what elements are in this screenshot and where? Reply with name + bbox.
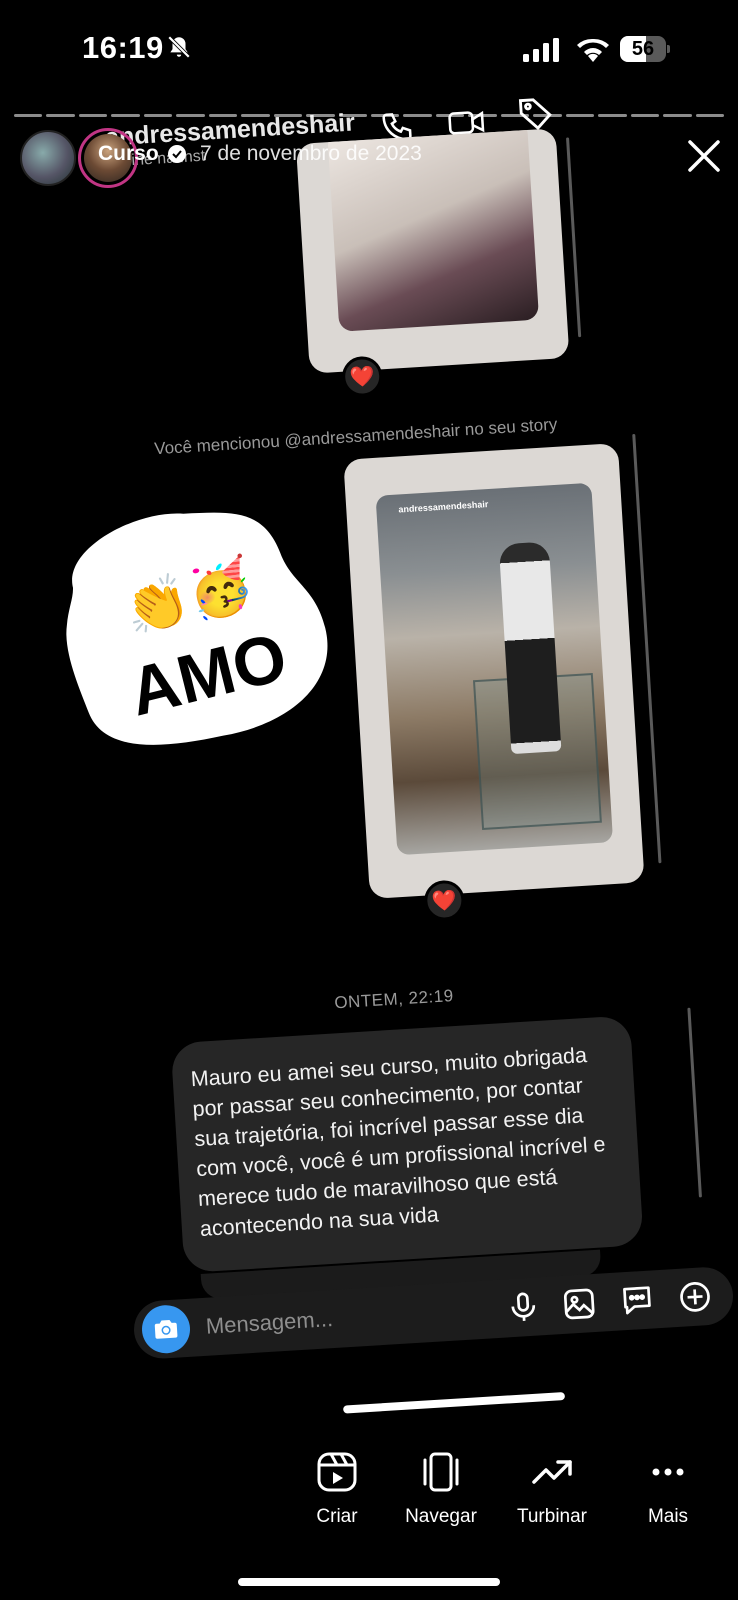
progress-segment	[338, 114, 367, 117]
progress-segment	[143, 114, 173, 117]
story-image: andressamendeshair	[375, 482, 614, 856]
verified-badge-icon	[168, 145, 186, 163]
toolbar-label: Criar	[316, 1506, 358, 1527]
toolbar-label: Mais	[647, 1506, 689, 1527]
reels-icon	[317, 1452, 357, 1492]
progress-segment	[468, 114, 497, 117]
bell-muted-icon	[167, 35, 191, 59]
camera-button[interactable]	[140, 1303, 192, 1355]
progress-segment	[208, 114, 238, 117]
story-handle: andressamendeshair	[398, 499, 489, 515]
plus-circle-icon[interactable]	[676, 1278, 714, 1316]
progress-segment	[435, 114, 465, 117]
signal-icon	[523, 38, 559, 62]
toolbar-item-criar[interactable]: Criar	[282, 1450, 392, 1528]
progress-segment	[565, 114, 595, 117]
wifi-icon	[577, 38, 609, 62]
close-icon[interactable]	[684, 136, 724, 176]
progress-segment	[630, 114, 660, 117]
progress-segment	[598, 114, 627, 117]
sticker-message-icon[interactable]	[618, 1281, 656, 1319]
scroll-indicator	[687, 1007, 702, 1198]
story-header: Curso 7 de novembro de 2023	[0, 124, 738, 194]
story-progress-bar	[14, 114, 724, 117]
progress-segment	[533, 114, 562, 117]
battery-tip	[667, 45, 670, 53]
browse-icon	[423, 1452, 459, 1492]
trend-up-icon	[532, 1460, 572, 1484]
gallery-icon[interactable]	[560, 1285, 598, 1323]
progress-segment	[78, 114, 108, 117]
story-dm-screenshot: andressamendeshair Online na Inst ❤️ Voc…	[0, 0, 738, 1600]
battery-indicator: 56	[620, 36, 670, 62]
amo-sticker: AMO 👏🥳	[66, 512, 328, 745]
message-input[interactable]	[204, 1293, 487, 1343]
progress-segment	[370, 114, 400, 117]
progress-segment	[403, 114, 432, 117]
progress-segment	[273, 114, 303, 117]
shared-story-card: andressamendeshair	[343, 443, 645, 899]
progress-segment	[306, 114, 335, 117]
time-divider: ONTEM, 22:19	[333, 986, 455, 1013]
progress-segment	[500, 114, 530, 117]
progress-segment	[176, 114, 205, 117]
progress-segment	[695, 114, 724, 117]
story-date: 7 de novembro de 2023	[200, 142, 422, 165]
progress-segment	[14, 114, 43, 117]
battery-percent: 56	[631, 38, 655, 60]
story-toolbar: Criar Navegar Turbinar Mais	[0, 1450, 738, 1550]
status-bar: 16:19 56	[0, 0, 738, 100]
toolbar-label: Turbinar	[516, 1506, 588, 1527]
toolbar-label: Navegar	[405, 1506, 477, 1527]
toolbar-item-navegar[interactable]: Navegar	[386, 1450, 496, 1528]
toolbar-item-turbinar[interactable]: Turbinar	[497, 1450, 607, 1528]
story-group-avatar[interactable]	[20, 130, 76, 186]
toolbar-item-mais[interactable]: Mais	[613, 1450, 723, 1528]
status-time: 16:19	[82, 30, 164, 65]
more-icon	[652, 1468, 684, 1476]
home-indicator	[238, 1578, 500, 1586]
progress-segment	[241, 114, 270, 117]
story-username[interactable]: Curso	[98, 142, 159, 166]
camera-icon	[154, 1320, 178, 1339]
microphone-icon[interactable]	[504, 1288, 542, 1326]
home-indicator-inner	[343, 1392, 566, 1414]
progress-segment	[663, 114, 692, 117]
progress-segment	[111, 114, 140, 117]
progress-segment	[46, 114, 75, 117]
message-bubble[interactable]: Mauro eu amei seu curso, muito obrigada …	[170, 1015, 644, 1273]
